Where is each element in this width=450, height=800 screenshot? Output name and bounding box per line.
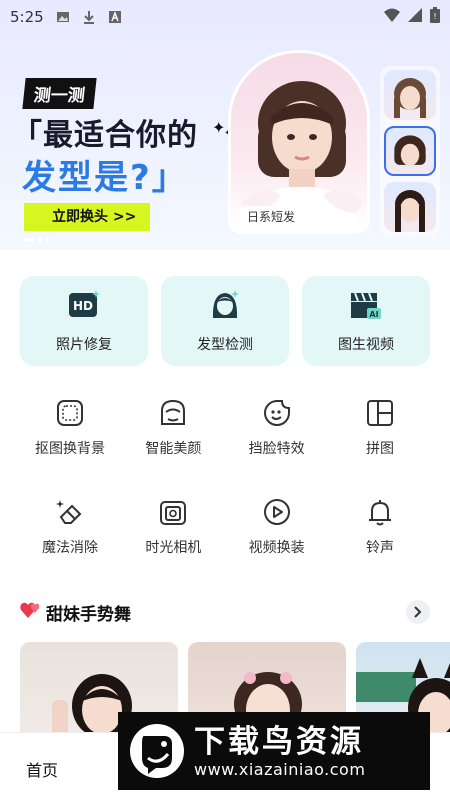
feature-cards: HD 照片修复 发型检测 AI 图生视频 xyxy=(20,276,430,366)
bell-icon xyxy=(365,497,395,527)
tool-label: 挡脸特效 xyxy=(248,441,305,457)
status-bar: 5:25 ! xyxy=(0,0,450,34)
tools-row-2: 魔法消除 时光相机 视频换装 铃声 xyxy=(20,497,430,557)
collage-tool[interactable]: 拼图 xyxy=(330,398,430,458)
hairstyle-icon xyxy=(208,288,242,322)
hairstyle-thumb-selected[interactable] xyxy=(384,125,436,177)
hairstyle-thumbnails xyxy=(380,66,440,236)
face-sticker-tool[interactable]: 挡脸特效 xyxy=(227,398,327,458)
hd-icon: HD xyxy=(67,288,101,322)
feature-label: 照片修复 xyxy=(56,337,112,353)
hearts-icon xyxy=(20,600,42,624)
cutout-background-tool[interactable]: 抠图换背景 xyxy=(20,398,120,458)
hairstyle-thumb[interactable] xyxy=(384,182,436,233)
status-time: 5:25 xyxy=(10,8,44,26)
section-title: 甜妹手势舞 xyxy=(46,604,131,625)
svg-text:AI: AI xyxy=(369,310,378,319)
ai-video-icon: AI xyxy=(349,288,383,322)
tool-label: 魔法消除 xyxy=(42,540,98,556)
collage-icon xyxy=(365,398,395,428)
ringtone-tool[interactable]: 铃声 xyxy=(330,497,430,557)
tool-label: 铃声 xyxy=(365,540,394,556)
magic-erase-tool[interactable]: 魔法消除 xyxy=(20,497,120,557)
svg-text:!: ! xyxy=(433,12,436,21)
smart-beauty-tool[interactable]: 智能美颜 xyxy=(123,398,223,458)
portrait-style-label: 日系短发 xyxy=(239,206,304,227)
chevron-right-icon xyxy=(414,606,422,618)
banner-headline-line1: 「最适合你的 xyxy=(12,118,198,153)
thumb-illustration xyxy=(395,190,425,233)
cutout-icon xyxy=(55,398,85,428)
beauty-icon xyxy=(158,398,188,428)
wifi-icon xyxy=(384,8,400,26)
nav-home-tab[interactable]: 首页 xyxy=(26,757,58,781)
tools-row-1: 抠图换背景 智能美颜 挡脸特效 拼图 xyxy=(20,398,430,458)
signal-icon xyxy=(408,8,422,26)
banner-pager xyxy=(24,238,50,242)
pager-dot xyxy=(46,238,50,242)
watermark-title: 下载鸟资源 xyxy=(194,723,364,760)
section-more-button[interactable] xyxy=(406,600,430,624)
image-icon xyxy=(56,10,70,24)
video-play-icon xyxy=(262,497,292,527)
section-header: 甜妹手势舞 xyxy=(20,598,430,626)
svg-text:HD: HD xyxy=(73,299,93,313)
tool-label: 抠图换背景 xyxy=(35,441,105,457)
watermark-banner: 下载鸟资源 www.xiazainiao.com xyxy=(118,712,430,790)
thumb-illustration xyxy=(394,78,426,118)
tool-label: 智能美颜 xyxy=(145,441,202,457)
thumb-illustration xyxy=(394,135,426,166)
hairstyle-thumb[interactable] xyxy=(384,70,436,120)
photo-restore-card[interactable]: HD 照片修复 xyxy=(20,276,148,366)
video-outfit-tool[interactable]: 视频换装 xyxy=(227,497,327,557)
change-hair-button[interactable]: 立即换头 >> xyxy=(24,203,150,231)
battery-icon: ! xyxy=(430,7,440,27)
watermark-url: www.xiazainiao.com xyxy=(194,759,366,779)
eraser-icon xyxy=(55,497,85,527)
a-badge-icon xyxy=(108,10,122,24)
download-icon xyxy=(82,10,96,24)
image-to-video-card[interactable]: AI 图生视频 xyxy=(302,276,430,366)
portrait-preview: 日系短发 xyxy=(228,50,370,234)
feature-label: 发型检测 xyxy=(197,337,253,353)
tool-label: 视频换装 xyxy=(248,540,305,556)
time-camera-tool[interactable]: 时光相机 xyxy=(123,497,223,557)
hero-banner[interactable]: 测一测 「最适合你的 发型是?」 立即换头 >> ✦ ✦ ✦ 日系短发 xyxy=(0,0,450,250)
feature-label: 图生视频 xyxy=(338,337,394,353)
pager-dot-active xyxy=(24,238,34,242)
banner-headline-line2: 发型是?」 xyxy=(22,158,188,198)
sticker-face-icon xyxy=(262,398,292,428)
banner-tag: 测一测 xyxy=(22,78,97,109)
tool-label: 时光相机 xyxy=(145,540,202,556)
pager-dot xyxy=(38,238,42,242)
bird-logo-icon xyxy=(128,722,186,780)
camera-icon xyxy=(158,497,188,527)
hairstyle-detect-card[interactable]: 发型检测 xyxy=(161,276,289,366)
tool-label: 拼图 xyxy=(365,441,394,457)
